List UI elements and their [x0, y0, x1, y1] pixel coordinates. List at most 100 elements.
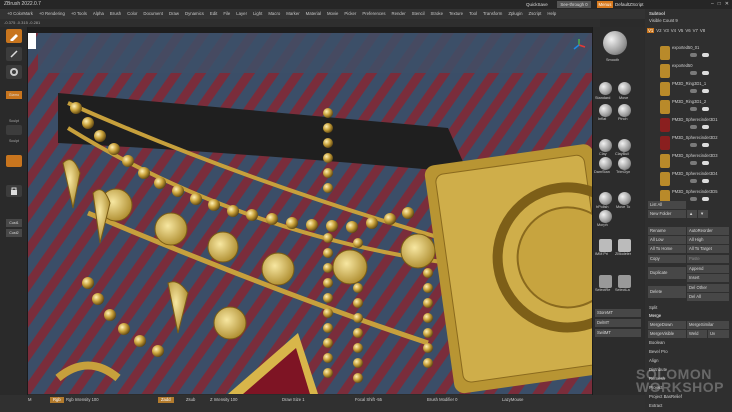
extract-section[interactable]: Extract	[649, 403, 662, 408]
del-other-button[interactable]: Del Other	[687, 284, 729, 292]
minimize-icon[interactable]: –	[711, 0, 714, 9]
menu-document[interactable]: Document	[140, 9, 166, 19]
menu-render[interactable]: Render	[389, 9, 409, 19]
default-zscript-button[interactable]: DefaultZScript	[615, 1, 644, 8]
menu-movie[interactable]: Movie	[324, 9, 341, 19]
subtool-toggle[interactable]	[690, 89, 697, 93]
menu-zplugin[interactable]: Zplugin	[505, 9, 525, 19]
arrow-up-button[interactable]: ▲	[687, 210, 697, 218]
all-to-home-button[interactable]: All To Home	[648, 245, 686, 253]
menu-tool[interactable]: Tool	[466, 9, 480, 19]
clay-brush-icon[interactable]	[599, 139, 612, 152]
draw-tool-button[interactable]	[6, 47, 22, 61]
delete-morph-target-button[interactable]: DelMT	[595, 319, 641, 327]
menu-stencil[interactable]: Stencil	[409, 9, 428, 19]
gizmo-button[interactable]: Gizmo	[6, 91, 22, 99]
subtool-item[interactable]: PM3D_Ring3D1_1	[660, 81, 730, 97]
menu-layer[interactable]: Layer	[233, 9, 250, 19]
version-tab-v6[interactable]: V6	[685, 28, 690, 33]
menu-alpha[interactable]: Alpha	[90, 9, 107, 19]
version-tab-v1[interactable]: V1	[647, 28, 655, 33]
menu-colormark[interactable]: +0 ColorMark	[4, 9, 36, 19]
zmodeler-brush-icon[interactable]	[618, 239, 631, 252]
custom-button-2[interactable]: Cust2	[6, 229, 22, 237]
menu-color[interactable]: Color	[124, 9, 140, 19]
copy-button[interactable]: Copy	[648, 255, 686, 263]
selectrect-brush-icon[interactable]	[599, 275, 612, 288]
rgb-toggle[interactable]: Rgb	[50, 397, 64, 403]
split-section[interactable]: Split	[649, 305, 657, 310]
eye-icon[interactable]	[702, 125, 709, 129]
eye-icon[interactable]	[702, 53, 709, 57]
eye-icon[interactable]	[702, 143, 709, 147]
focal-shift-slider[interactable]: Focal Shift -55	[355, 397, 382, 403]
weld-button[interactable]: Weld	[687, 330, 707, 338]
eye-icon[interactable]	[702, 197, 709, 201]
selectlasso-brush-icon[interactable]	[618, 275, 631, 288]
material-tool-button[interactable]	[6, 65, 22, 79]
close-icon[interactable]: ✕	[725, 0, 729, 9]
subtool-toggle[interactable]	[690, 143, 697, 147]
hpolish-brush-icon[interactable]	[599, 192, 612, 205]
morph-brush-icon[interactable]	[599, 210, 612, 223]
all-to-target-button[interactable]: All To Target	[687, 245, 729, 253]
menu-material[interactable]: Material	[303, 9, 324, 19]
lock-tool-button[interactable]	[6, 185, 22, 197]
mergedown-button[interactable]: MergeDown	[648, 321, 686, 329]
version-tab-v5[interactable]: V5	[678, 28, 683, 33]
material-m-button[interactable]: M	[28, 397, 32, 403]
active-layer-button[interactable]	[6, 155, 22, 167]
menu-light[interactable]: Light	[250, 9, 265, 19]
version-tab-v8[interactable]: V8	[700, 28, 705, 33]
standard-brush-icon[interactable]	[599, 82, 612, 95]
switch-morph-target-button[interactable]: SwitMT	[595, 329, 641, 337]
subtool-toggle[interactable]	[690, 179, 697, 183]
viewport-canvas[interactable]	[28, 33, 592, 394]
z-intensity-slider[interactable]: Z Intensity 100	[210, 397, 237, 403]
subtool-item[interactable]: PM3D_Spherecinder3D4	[660, 171, 730, 187]
subtool-toggle[interactable]	[690, 53, 697, 57]
trimdynamic-brush-icon[interactable]	[618, 157, 631, 170]
eye-icon[interactable]	[702, 161, 709, 165]
all-high-button[interactable]: All High	[687, 236, 729, 244]
menu-transform[interactable]: Transform	[480, 9, 505, 19]
menu-help[interactable]: Help	[544, 9, 559, 19]
menu-marker[interactable]: Marker	[283, 9, 302, 19]
eye-icon[interactable]	[702, 107, 709, 111]
menu-draw[interactable]: Draw	[166, 9, 182, 19]
autoreorder-button[interactable]: AutoReorder	[687, 227, 729, 235]
custom-button-1[interactable]: Cust1	[6, 219, 22, 227]
navigation-gizmo[interactable]	[572, 38, 586, 52]
claybuildup-brush-icon[interactable]	[618, 139, 631, 152]
moveto-brush-icon[interactable]	[618, 192, 631, 205]
subtool-item[interactable]: PM3D_Spherecinder3D2	[660, 135, 730, 151]
subtool-toggle[interactable]	[690, 197, 697, 201]
menu-brush[interactable]: Brush	[107, 9, 124, 19]
merge-section[interactable]: Merge	[649, 313, 661, 318]
menu-texture[interactable]: Texture	[446, 9, 466, 19]
subtool-item[interactable]: exported50	[660, 63, 730, 79]
version-tab-v3[interactable]: V3	[664, 28, 669, 33]
menu-edit[interactable]: Edit	[207, 9, 220, 19]
subtool-toggle[interactable]	[690, 71, 697, 75]
uv-button[interactable]: Uv	[708, 330, 729, 338]
subtool-toggle[interactable]	[690, 161, 697, 165]
move-brush-icon[interactable]	[618, 82, 631, 95]
sculpt-button-1[interactable]	[6, 125, 22, 135]
draw-size-slider[interactable]: Draw Size 1	[282, 397, 305, 403]
del-all-button[interactable]: Del All	[687, 293, 729, 301]
paste-button[interactable]: Paste	[687, 255, 729, 263]
duplicate-button[interactable]: Duplicate	[648, 267, 686, 279]
version-tab-v4[interactable]: V4	[671, 28, 676, 33]
menu-rendering[interactable]: +0 Rendering	[36, 9, 68, 19]
imm-primitives-brush-icon[interactable]	[599, 239, 612, 252]
menu-macro[interactable]: Macro	[265, 9, 283, 19]
all-low-button[interactable]: All Low	[648, 236, 686, 244]
append-button[interactable]: Append	[687, 265, 729, 273]
quicksave-button[interactable]: QuickSave	[526, 1, 548, 8]
pinch-brush-icon[interactable]	[618, 104, 631, 117]
new-folder-button[interactable]: New Folder	[648, 210, 686, 218]
eye-icon[interactable]	[702, 71, 709, 75]
subtool-item[interactable]: exported50_01	[660, 45, 730, 61]
subtool-title[interactable]: Subtool	[649, 11, 665, 16]
